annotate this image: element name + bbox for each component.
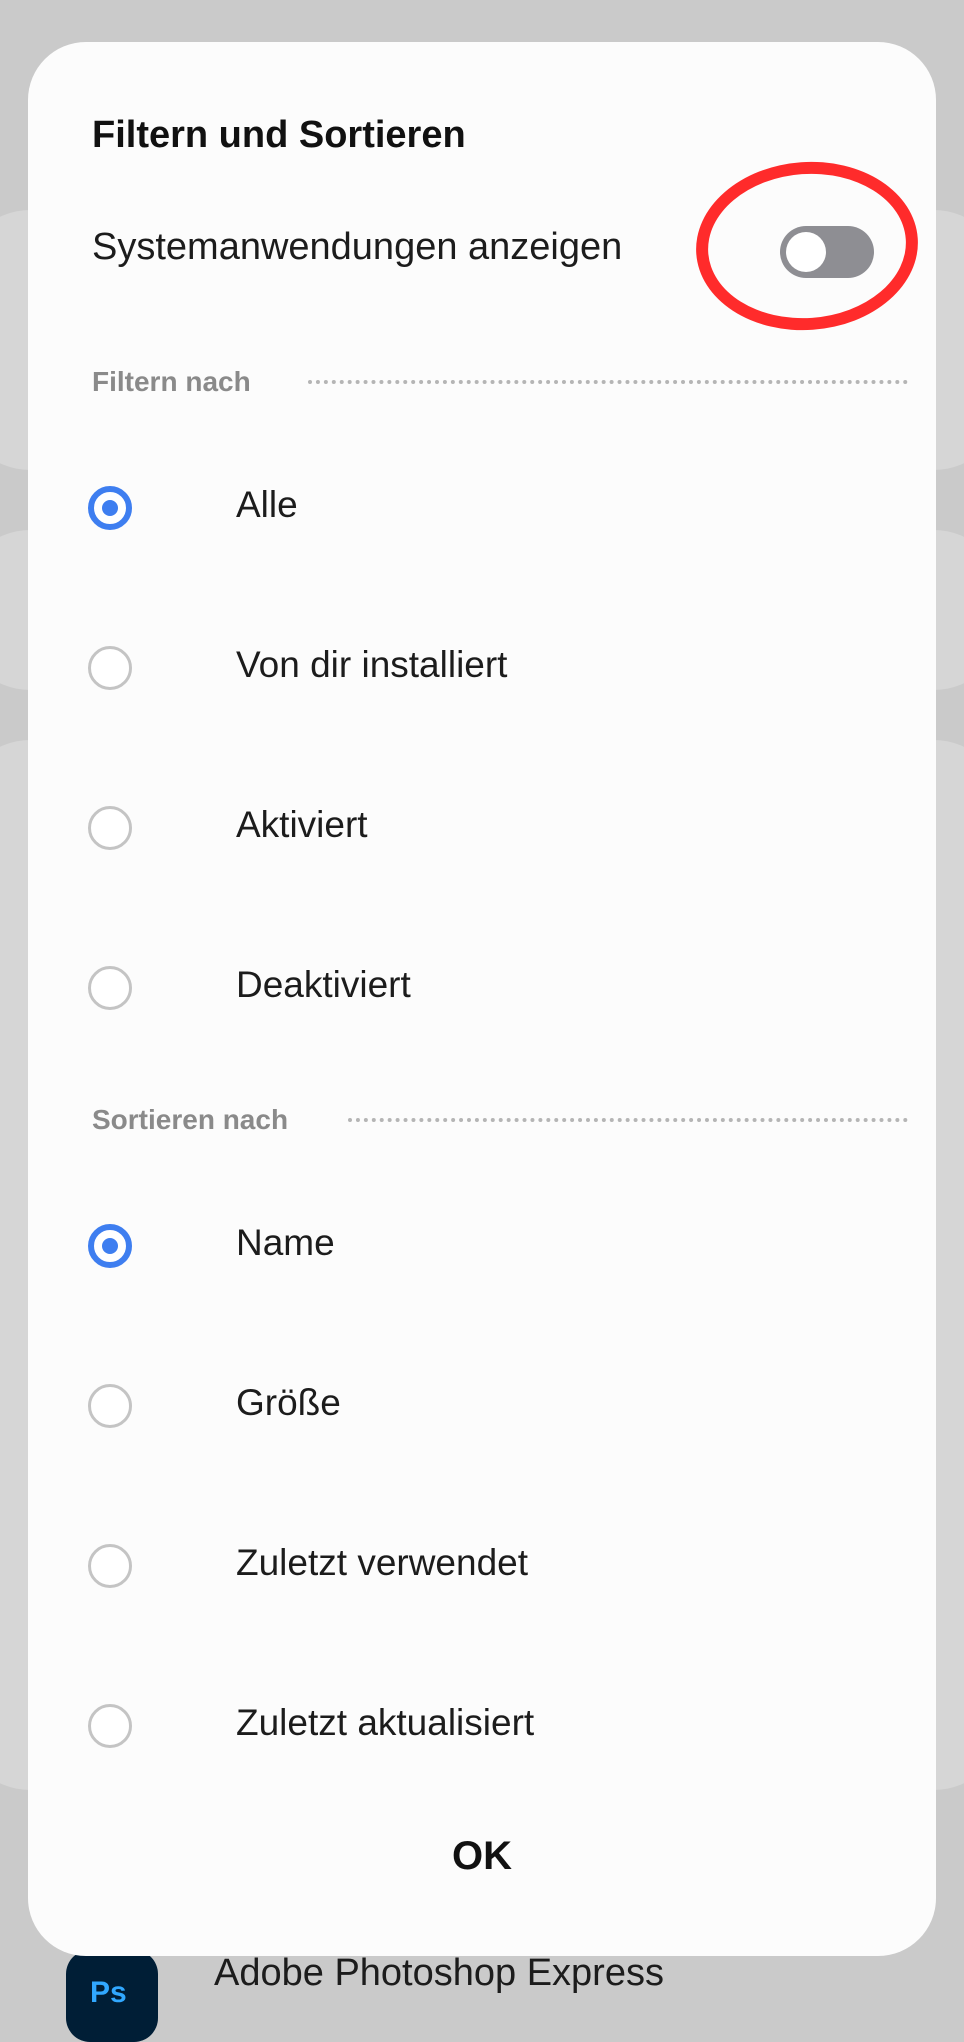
sort-option-label: Name [236, 1222, 335, 1263]
sort-option-label: Zuletzt aktualisiert [236, 1702, 535, 1743]
app-icon-text: Ps [90, 1976, 127, 2009]
red-annotation-circle [690, 154, 924, 338]
sort-option-name[interactable]: Name [88, 1222, 888, 1344]
filter-option-aktiviert[interactable]: Aktiviert [88, 804, 888, 926]
system-apps-toggle-label: Systemanwendungen anzeigen [92, 226, 623, 268]
filter-section-divider [308, 380, 908, 384]
background-app-label: Adobe Photoshop Express [214, 1952, 664, 1994]
sort-option-zuletzt-aktualisiert[interactable]: Zuletzt aktualisiert [88, 1702, 888, 1824]
sort-option-groesse[interactable]: Größe [88, 1382, 888, 1504]
radio-unselected[interactable] [88, 1544, 132, 1588]
dialog-title: Filtern und Sortieren [92, 114, 466, 156]
radio-unselected[interactable] [88, 646, 132, 690]
filter-sort-dialog: Filtern und Sortieren Systemanwendungen … [28, 42, 936, 1956]
filter-option-label: Von dir installiert [236, 644, 508, 685]
radio-unselected[interactable] [88, 806, 132, 850]
filter-option-von-dir-installiert[interactable]: Von dir installiert [88, 644, 888, 766]
filter-section-label: Filtern nach [92, 366, 251, 397]
ok-button[interactable]: OK [432, 1824, 532, 1888]
sort-option-zuletzt-verwendet[interactable]: Zuletzt verwendet [88, 1542, 888, 1664]
radio-unselected[interactable] [88, 1384, 132, 1428]
radio-selected[interactable] [88, 1224, 132, 1268]
radio-selected[interactable] [88, 486, 132, 530]
filter-option-label: Deaktiviert [236, 964, 411, 1005]
photoshop-express-icon: Ps [66, 1950, 158, 2042]
sort-option-label: Zuletzt verwendet [236, 1542, 529, 1583]
sort-section-divider [348, 1118, 908, 1122]
filter-option-label: Aktiviert [236, 804, 368, 845]
radio-unselected[interactable] [88, 966, 132, 1010]
radio-unselected[interactable] [88, 1704, 132, 1748]
filter-option-label: Alle [236, 484, 298, 525]
sort-option-label: Größe [236, 1382, 341, 1423]
filter-option-alle[interactable]: Alle [88, 484, 888, 606]
filter-option-deaktiviert[interactable]: Deaktiviert [88, 964, 888, 1086]
sort-section-label: Sortieren nach [92, 1104, 289, 1135]
